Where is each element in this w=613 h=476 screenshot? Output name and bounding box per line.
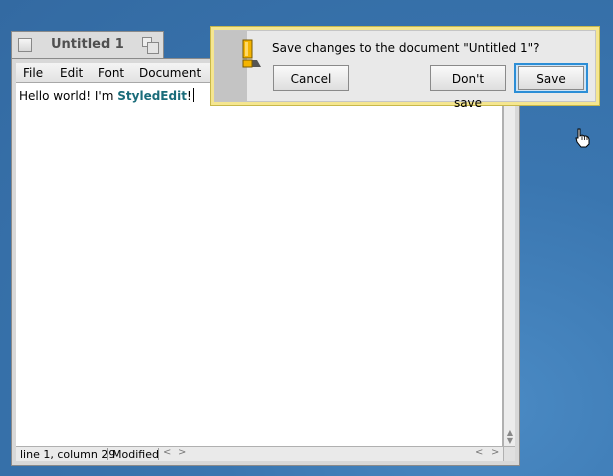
status-separator xyxy=(158,448,159,460)
hscroll-right-icon[interactable]: > xyxy=(491,447,499,458)
status-separator xyxy=(107,448,108,460)
plain-text-end: ! xyxy=(186,89,192,103)
dont-save-button[interactable]: Don't save xyxy=(430,65,506,110)
zoom-button[interactable] xyxy=(142,37,159,54)
styled-text: StyledEdit xyxy=(117,89,187,103)
alert-message: Save changes to the document "Untitled 1… xyxy=(272,41,540,55)
hscroll-left-icon[interactable]: < xyxy=(475,447,483,458)
window-tab[interactable]: Untitled 1 xyxy=(11,31,164,58)
menu-edit[interactable]: Edit xyxy=(60,66,83,80)
text-line: Hello world! I'm StyledEdit! xyxy=(19,88,194,103)
scroll-right-icon[interactable]: > xyxy=(178,447,186,458)
scroll-left-icon[interactable]: < xyxy=(163,447,171,458)
editor-window: File Edit Font Document Hello world! I'm… xyxy=(11,58,520,466)
cursor-position: line 1, column 29 xyxy=(20,448,116,461)
window-title: Untitled 1 xyxy=(51,37,124,52)
text-editor[interactable]: Hello world! I'm StyledEdit! xyxy=(16,83,503,446)
text-caret xyxy=(192,88,194,102)
menu-file[interactable]: File xyxy=(23,66,43,80)
close-button[interactable] xyxy=(18,38,32,52)
scroll-down-icon[interactable]: ▼ xyxy=(505,436,515,446)
cancel-button[interactable]: Cancel xyxy=(273,65,349,91)
plain-text: Hello world! I'm xyxy=(19,89,118,103)
save-alert: Save changes to the document "Untitled 1… xyxy=(210,26,600,110)
save-button[interactable]: Save xyxy=(518,66,584,90)
vertical-scrollbar[interactable]: ▲ ▼ xyxy=(503,83,515,446)
modified-status: Modified xyxy=(112,448,159,461)
warning-icon xyxy=(242,39,261,68)
menu-font[interactable]: Font xyxy=(98,66,124,80)
zoom-icon-back xyxy=(147,42,159,54)
resize-handle[interactable] xyxy=(503,446,515,461)
hand-pointer-icon xyxy=(575,128,590,148)
status-bar: line 1, column 29 Modified < > < > xyxy=(16,446,503,461)
menu-document[interactable]: Document xyxy=(139,66,201,80)
alert-panel: Save changes to the document "Untitled 1… xyxy=(214,30,596,110)
